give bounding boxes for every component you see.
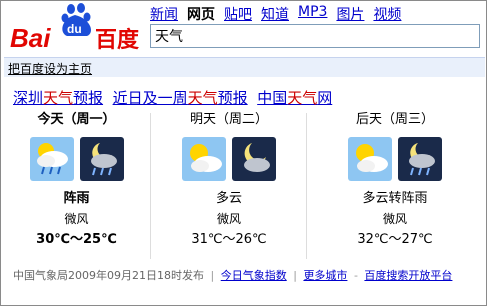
forecast-today: 今天（周一） 阵雨 微风 30℃～25℃ bbox=[4, 111, 149, 261]
forecast-tomorrow: 明天（周二） 多云 微风 31℃～26℃ bbox=[154, 111, 304, 261]
forecast-columns: 今天（周一） 阵雨 微风 30℃～25℃ 明天（周二） 多云 微风 31℃～26… bbox=[4, 111, 484, 261]
footer: 中国气象局2009年09月21日18时发布 | 今日气象指数 | 更多城市 - … bbox=[13, 267, 452, 283]
weather-icons bbox=[4, 129, 149, 189]
weather-icons bbox=[154, 129, 304, 189]
link-text: 深圳 bbox=[13, 89, 44, 107]
divider: | bbox=[293, 269, 297, 282]
column-divider bbox=[306, 113, 307, 259]
weather-icons bbox=[310, 129, 480, 189]
condition: 阵雨 bbox=[63, 191, 90, 206]
link-china-weather[interactable]: 中国天气网 bbox=[257, 89, 332, 107]
logo-bai-text: Bai bbox=[10, 23, 51, 51]
logo-cn-text: 百度 bbox=[95, 27, 140, 51]
day-label: 后天（周三） bbox=[355, 112, 434, 127]
open-platform-link[interactable]: 百度搜索开放平台 bbox=[364, 269, 452, 282]
nav-zhidao[interactable]: 知道 bbox=[261, 4, 289, 24]
condition: 多云 bbox=[215, 191, 242, 206]
link-text: 中国 bbox=[257, 89, 288, 107]
nav-web-current: 网页 bbox=[187, 7, 215, 23]
night-rain-icon bbox=[398, 137, 442, 181]
more-cities-link[interactable]: 更多城市 bbox=[303, 269, 347, 282]
nav-video[interactable]: 视频 bbox=[373, 4, 401, 24]
forecast-day-after: 后天（周三） 多云转阵雨 微风 32℃～27℃ bbox=[310, 111, 480, 261]
temperature: 32℃～27℃ bbox=[357, 232, 433, 247]
link-shenzhen-forecast[interactable]: 深圳天气预报 bbox=[13, 89, 103, 107]
wind: 微风 bbox=[64, 212, 89, 226]
nav-news[interactable]: 新闻 bbox=[150, 4, 178, 24]
partly-cloudy-icon bbox=[182, 137, 226, 181]
window: Bai du 百度 新闻 网页 贴吧 知道 MP3 图片 视频 把百度设为主页 … bbox=[0, 0, 487, 306]
link-text: 网 bbox=[317, 89, 333, 107]
link-text: 预报 bbox=[73, 89, 104, 107]
night-cloudy-icon bbox=[232, 137, 276, 181]
day-label: 今天（周一） bbox=[37, 112, 116, 127]
divider: - bbox=[353, 269, 358, 282]
link-highlight: 天气 bbox=[43, 89, 74, 107]
nav-images[interactable]: 图片 bbox=[336, 4, 364, 24]
weather-title: 深圳天气预报 近日及一周天气预报 中国天气网 bbox=[13, 87, 332, 108]
temperature: 30℃～25℃ bbox=[36, 232, 117, 247]
link-text: 预报 bbox=[217, 89, 248, 107]
temperature: 31℃～26℃ bbox=[191, 232, 267, 247]
top-bar: 把百度设为主页 bbox=[4, 57, 485, 77]
set-homepage-link[interactable]: 把百度设为主页 bbox=[8, 60, 92, 77]
link-text: 近日及一周 bbox=[112, 89, 188, 107]
condition: 多云转阵雨 bbox=[362, 191, 428, 206]
search-nav: 新闻 网页 贴吧 知道 MP3 图片 视频 bbox=[150, 4, 401, 24]
search-input[interactable] bbox=[150, 24, 480, 48]
link-week-forecast[interactable]: 近日及一周天气预报 bbox=[113, 89, 248, 107]
weather-index-link[interactable]: 今日气象指数 bbox=[221, 269, 287, 282]
baidu-logo[interactable]: Bai du 百度 bbox=[9, 3, 145, 51]
column-divider bbox=[150, 113, 151, 259]
divider: | bbox=[210, 269, 215, 282]
nav-tieba[interactable]: 贴吧 bbox=[224, 4, 252, 24]
source-text: 中国气象局2009年09月21日18时发布 bbox=[13, 269, 204, 282]
partly-cloudy-rain-icon bbox=[29, 137, 74, 181]
logo-du-text: du bbox=[67, 22, 82, 36]
link-highlight: 天气 bbox=[187, 89, 218, 107]
partly-cloudy-icon bbox=[348, 137, 392, 181]
night-rain-icon bbox=[79, 137, 124, 181]
wind: 微风 bbox=[216, 212, 241, 226]
nav-mp3[interactable]: MP3 bbox=[298, 4, 327, 24]
link-highlight: 天气 bbox=[287, 89, 318, 107]
wind: 微风 bbox=[382, 212, 407, 226]
day-label: 明天（周二） bbox=[189, 112, 268, 127]
